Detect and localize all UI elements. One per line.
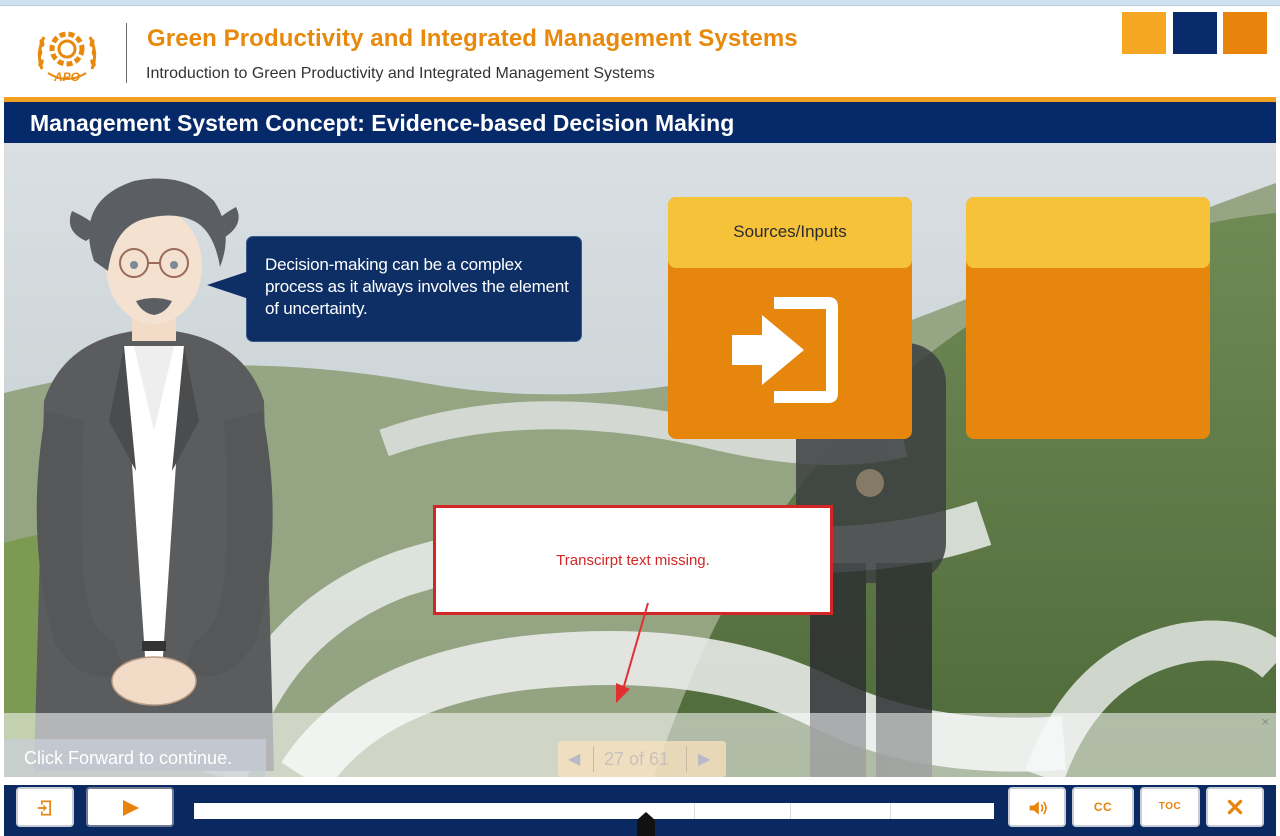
header-divider xyxy=(126,23,127,83)
annotation-text: Transcirpt text missing. xyxy=(556,552,710,569)
pager-divider xyxy=(686,746,687,772)
sign-in-icon xyxy=(732,297,838,403)
progress-thumb-icon[interactable] xyxy=(637,812,655,836)
card-header: Sources/Inputs xyxy=(668,197,912,268)
player-control-bar: CC TOC xyxy=(0,777,1280,836)
course-title: Green Productivity and Integrated Manage… xyxy=(147,25,798,52)
pager-divider xyxy=(593,746,594,772)
play-button[interactable] xyxy=(86,787,174,827)
card-label: Sources/Inputs xyxy=(733,222,847,241)
volume-button[interactable] xyxy=(1008,787,1066,827)
play-icon xyxy=(123,800,139,816)
slide-pager: ◀ 27 of 61 ▶ xyxy=(558,741,726,777)
annotation-arrow xyxy=(616,602,649,703)
apo-logo: APO xyxy=(37,31,97,84)
speech-bubble: Decision-making can be a complex process… xyxy=(207,236,582,342)
card-header xyxy=(966,197,1210,268)
continue-prompt-text: Click Forward to continue. xyxy=(24,748,233,768)
next-slide-icon[interactable]: ▶ xyxy=(698,749,710,768)
course-header: APO Green Productivity and Integrated Ma… xyxy=(0,7,1280,97)
progress-tick xyxy=(890,803,891,819)
card-empty[interactable] xyxy=(966,197,1210,439)
progress-tick xyxy=(790,803,791,819)
cc-label: CC xyxy=(1093,800,1113,814)
card-sources-inputs[interactable]: Sources/Inputs xyxy=(668,197,912,439)
logo-lettering: APO xyxy=(53,70,81,84)
brand-square-navy xyxy=(1173,12,1217,54)
course-subtitle: Introduction to Green Productivity and I… xyxy=(146,65,655,82)
continue-prompt: Click Forward to continue. xyxy=(4,739,266,777)
speaker-icon xyxy=(1029,801,1047,815)
progress-tick xyxy=(694,803,695,819)
exit-icon xyxy=(37,800,51,816)
brand-square-light-orange xyxy=(1122,12,1166,54)
close-button[interactable] xyxy=(1206,787,1264,827)
brand-square-orange xyxy=(1223,12,1267,54)
slide-stage: Decision-making can be a complex process… xyxy=(4,143,1276,777)
slide-title: Management System Concept: Evidence-base… xyxy=(30,110,735,136)
slide-title-bar: Management System Concept: Evidence-base… xyxy=(4,102,1276,143)
top-border xyxy=(0,0,1280,6)
exit-button[interactable] xyxy=(16,787,74,827)
table-of-contents-button[interactable]: TOC xyxy=(1140,787,1200,827)
slide-counter: 27 of 61 xyxy=(604,749,670,769)
progress-bar[interactable] xyxy=(194,803,994,819)
close-icon xyxy=(1227,799,1243,815)
previous-slide-icon[interactable]: ◀ xyxy=(568,749,580,768)
speech-bubble-text: Decision-making can be a complex process… xyxy=(265,255,569,318)
narrator-character xyxy=(34,178,274,771)
closed-captions-button[interactable]: CC xyxy=(1072,787,1134,827)
toc-label: TOC xyxy=(1158,801,1182,812)
close-caption-button[interactable]: × xyxy=(1261,715,1270,728)
